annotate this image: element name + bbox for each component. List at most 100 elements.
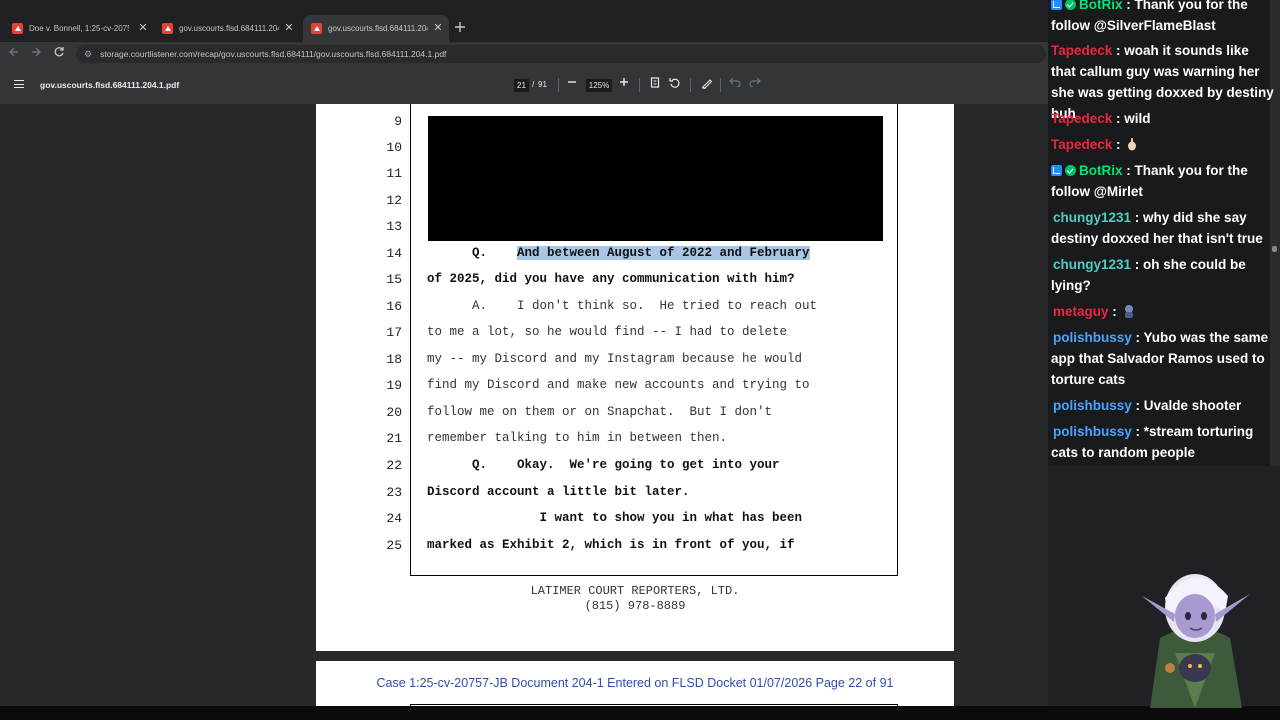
chat-username[interactable]: chungy1231 <box>1053 257 1131 272</box>
redaction-block <box>428 116 883 241</box>
chat-separator: : <box>1131 210 1144 225</box>
chat-username[interactable]: Tapedeck <box>1051 111 1112 126</box>
redo-button[interactable] <box>748 77 762 91</box>
back-button[interactable] <box>6 46 22 63</box>
line-number: 14 <box>386 246 402 261</box>
line-number: 24 <box>386 511 402 526</box>
chat-separator: : <box>1131 257 1144 272</box>
redo-icon <box>749 77 761 88</box>
toolbar-divider <box>690 78 691 92</box>
chat-message: chungy1231 : oh she could be lying? <box>1051 254 1277 296</box>
chat-username[interactable]: chungy1231 <box>1053 210 1131 225</box>
transcript-line-23: Discord account a little bit later. <box>427 485 690 499</box>
back-arrow-icon <box>9 47 18 57</box>
chat-message: BotRix : Thank you for the follow @Mirle… <box>1051 160 1277 202</box>
selected-text-highlight[interactable]: And between August of 2022 and February <box>517 246 810 260</box>
page-number-input[interactable]: 21 <box>514 79 529 92</box>
chat-username[interactable]: Tapedeck <box>1051 43 1112 58</box>
streamer-avatar-mascot <box>1142 574 1250 708</box>
address-bar[interactable]: ⚙ storage.courtlistener.com/recap/gov.us… <box>76 45 1046 63</box>
verified-badge-icon <box>1065 165 1076 176</box>
url-text: storage.courtlistener.com/recap/gov.usco… <box>100 49 447 59</box>
line-number: 13 <box>386 219 402 234</box>
fit-page-button[interactable] <box>648 77 662 92</box>
chat-username[interactable]: BotRix <box>1079 163 1123 178</box>
forward-arrow-icon <box>32 47 41 57</box>
bot-badge-icon <box>1051 165 1062 176</box>
chat-separator: : <box>1131 398 1144 413</box>
close-tab-icon[interactable]: ✕ <box>136 21 150 35</box>
chat-message: Tapedeck : wild <box>1051 108 1277 129</box>
pdf-document-title: gov.uscourts.flsd.684111.204.1.pdf <box>40 80 180 90</box>
annotate-pen-icon <box>702 79 713 90</box>
tab-title: gov.uscourts.flsd.684111.204.0. <box>179 24 279 33</box>
transcript-line-22: Q. Okay. We're going to get into your <box>427 458 780 472</box>
line-number: 21 <box>386 431 402 446</box>
transcript-line-14[interactable]: Q. And between August of 2022 and Februa… <box>427 246 810 260</box>
question-prefix: Q. <box>427 246 518 260</box>
chat-message: polishbussy : Uvalde shooter <box>1051 395 1277 416</box>
rotate-button[interactable] <box>668 77 682 93</box>
chat-username[interactable]: metaguy <box>1053 304 1109 319</box>
annotate-button[interactable] <box>700 77 714 93</box>
chat-username[interactable]: polishbussy <box>1053 424 1132 439</box>
forward-button[interactable] <box>28 46 44 63</box>
chat-message: chungy1231 : why did she say destiny dox… <box>1051 207 1277 249</box>
transcript-line-15: of 2025, did you have any communication … <box>427 272 795 286</box>
pdf-file-icon <box>311 23 322 34</box>
transcript-line-21: remember talking to him in between then. <box>427 431 728 445</box>
tab-title: Doe v. Bonnell, 1:25-cv-20757 - <box>29 24 129 33</box>
page-total: 91 <box>538 80 547 89</box>
screen: Doe v. Bonnell, 1:25-cv-20757 - ✕ gov.us… <box>0 0 1280 720</box>
line-number: 12 <box>386 193 402 208</box>
chat-separator: : <box>1131 424 1144 439</box>
bot-badge-icon <box>1051 0 1062 10</box>
chat-message: metaguy : <box>1051 301 1277 322</box>
new-tab-button[interactable] <box>455 20 465 34</box>
transcript-line-17: to me a lot, so he would find -- I had t… <box>427 325 788 339</box>
site-settings-icon[interactable]: ⚙ <box>84 49 92 60</box>
zoom-out-button[interactable] <box>565 77 579 91</box>
chat-username[interactable]: Tapedeck <box>1051 137 1112 152</box>
transcript-line-19: find my Discord and make new accounts an… <box>427 378 810 392</box>
zoom-in-button[interactable] <box>617 77 631 91</box>
tab-title: gov.uscourts.flsd.684111.204.1. <box>328 24 428 33</box>
transcript-line-25: marked as Exhibit 2, which is in front o… <box>427 538 795 552</box>
chat-username[interactable]: BotRix <box>1079 0 1123 12</box>
close-tab-icon[interactable]: ✕ <box>431 21 445 35</box>
pdf-viewer[interactable]: 9 10 11 12 13 14 15 16 17 18 19 20 21 22… <box>0 104 1048 706</box>
pdf-page-21: 9 10 11 12 13 14 15 16 17 18 19 20 21 22… <box>316 104 954 651</box>
chat-message: polishbussy : *stream torturing cats to … <box>1051 421 1277 463</box>
line-number: 22 <box>386 458 402 473</box>
browser-tab-1[interactable]: Doe v. Bonnell, 1:25-cv-20757 - ✕ <box>4 15 154 42</box>
line-number: 18 <box>386 352 402 367</box>
page-separator: / <box>532 80 535 89</box>
chat-username[interactable]: polishbussy <box>1053 398 1132 413</box>
hamburger-menu-icon[interactable] <box>14 80 24 88</box>
close-tab-icon[interactable]: ✕ <box>282 21 296 35</box>
undo-icon <box>729 77 741 88</box>
pdf-file-icon <box>162 23 173 34</box>
transcript-line-24: I want to show you in what has been <box>427 511 803 525</box>
zoom-level-input[interactable]: 125% <box>586 79 612 92</box>
reload-icon <box>54 47 64 57</box>
reload-button[interactable] <box>51 46 67 63</box>
undo-button[interactable] <box>728 77 742 91</box>
transcript-line-16: A. I don't think so. He tried to reach o… <box>427 299 818 313</box>
toolbar-divider <box>558 78 559 92</box>
transcript-line-20: follow me on them or on Snapchat. But I … <box>427 405 773 419</box>
browser-tab-3-active[interactable]: gov.uscourts.flsd.684111.204.1. ✕ <box>303 15 449 42</box>
line-number: 15 <box>386 272 402 287</box>
reporter-phone: (815) 978-8889 <box>584 599 686 613</box>
transcript-line-18: my -- my Discord and my Instagram becaus… <box>427 352 803 366</box>
line-number: 23 <box>386 485 402 500</box>
hand-emote-icon <box>1128 138 1137 151</box>
line-number: 19 <box>386 378 402 393</box>
plus-icon <box>620 78 628 86</box>
fit-page-icon <box>650 77 660 88</box>
browser-tab-2[interactable]: gov.uscourts.flsd.684111.204.0. ✕ <box>154 15 300 42</box>
pdf-page-22: Case 1:25-cv-20757-JB Document 204-1 Ent… <box>316 661 954 706</box>
chat-username[interactable]: polishbussy <box>1053 330 1132 345</box>
chat-message: BotRix : Thank you for the follow @Silve… <box>1051 0 1277 36</box>
chat-separator: : <box>1131 330 1144 345</box>
